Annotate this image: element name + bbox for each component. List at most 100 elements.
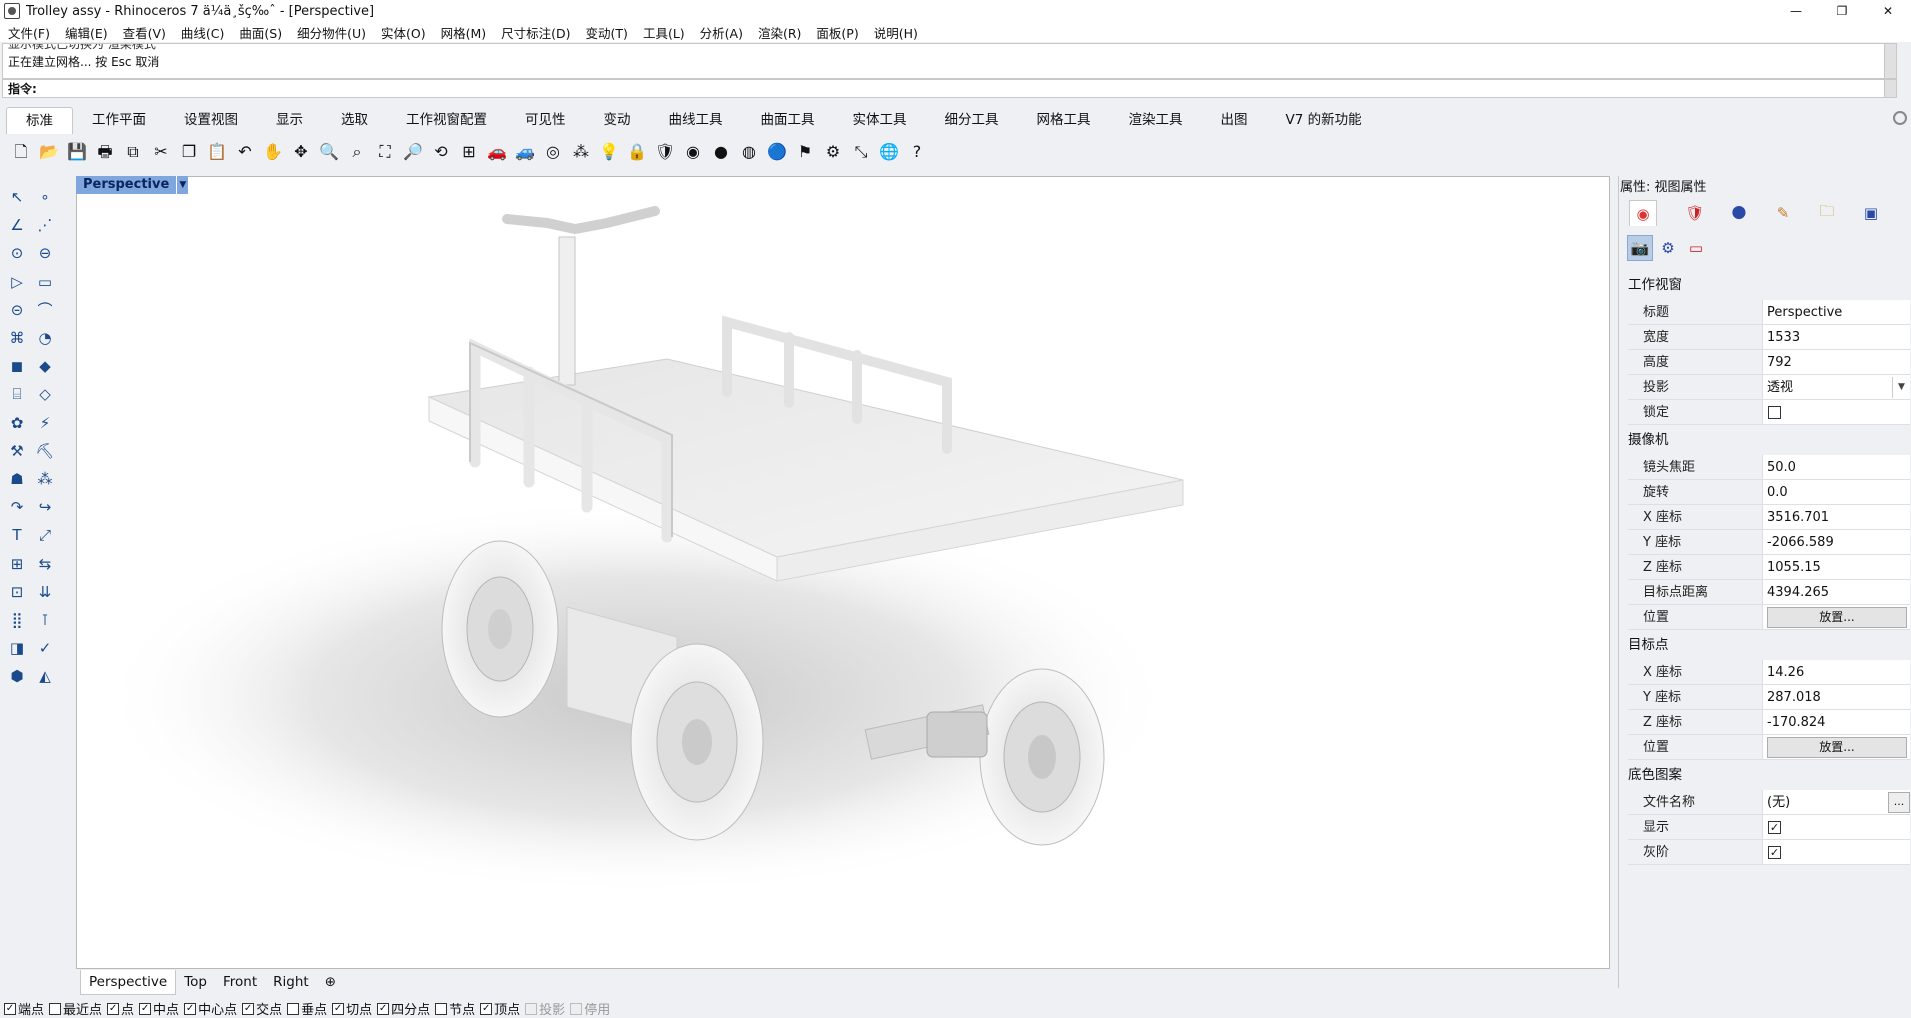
osnap-checkbox[interactable] [49, 1002, 62, 1015]
osnap-item[interactable]: ✓ 端点 [4, 999, 44, 1018]
menu-mesh[interactable]: 网格(M) [441, 23, 487, 42]
menu-curve[interactable]: 曲线(C) [181, 23, 224, 42]
menu-dimension[interactable]: 尺寸标注(D) [501, 23, 570, 42]
close-button[interactable]: ✕ [1865, 0, 1911, 22]
viewport-tab-right[interactable]: Right [265, 970, 317, 994]
left-tool-icon[interactable]: ⊺ [32, 607, 58, 633]
menu-view[interactable]: 查看(V) [123, 23, 166, 42]
osnap-item[interactable]: ✓ 中点 [139, 999, 179, 1018]
osnap-checkbox[interactable]: ✓ [242, 1002, 255, 1015]
command-line[interactable]: 指令: [2, 79, 1897, 98]
viewport-title[interactable]: Perspective ▼ [76, 176, 189, 194]
left-tool-icon[interactable]: ▷ [4, 269, 30, 295]
left-tool-icon[interactable]: ∠ [4, 212, 30, 238]
render-settings-tab[interactable]: ▣ [1849, 200, 1893, 226]
left-tool-icon[interactable]: ⌒ [32, 297, 58, 323]
osnap-item[interactable]: ✓ 切点 [332, 999, 372, 1018]
print-icon[interactable]: 🖶 [92, 139, 118, 165]
menu-surface[interactable]: 曲面(S) [239, 23, 282, 42]
left-tool-icon[interactable]: ⬢ [4, 663, 30, 689]
title-field[interactable]: Perspective [1762, 300, 1910, 324]
camera-place-button[interactable]: 放置... [1767, 606, 1907, 628]
osnap-checkbox[interactable]: ✓ [332, 1002, 345, 1015]
camera-icon[interactable]: 📷 [1627, 235, 1653, 261]
osnap-item[interactable]: ✓ 中心点 [184, 999, 237, 1018]
lock-icon[interactable]: 🔒 [624, 139, 650, 165]
four-viewports-icon[interactable]: ⊞ [456, 139, 482, 165]
viewport-tab-front[interactable]: Front [215, 970, 265, 994]
tab-solid-tools[interactable]: 实体工具 [834, 107, 926, 134]
sphere-render-icon[interactable]: ◍ [736, 139, 762, 165]
command-history[interactable]: 显示模式已切换为 渲染模式 正在建立网格... 按 Esc 取消 [2, 43, 1897, 79]
minimize-button[interactable]: — [1773, 0, 1819, 22]
libraries-tab[interactable]: 🗀 [1805, 200, 1849, 226]
osnap-item[interactable]: 最近点 [49, 999, 102, 1018]
target-distance-field[interactable]: 4394.265 [1762, 580, 1910, 604]
tab-render-tools[interactable]: 渲染工具 [1110, 107, 1202, 134]
osnap-checkbox[interactable] [435, 1002, 448, 1015]
tab-subd-tools[interactable]: 细分工具 [926, 107, 1018, 134]
filename-field[interactable]: (无)... [1762, 790, 1910, 814]
open-icon[interactable]: 📂 [36, 139, 62, 165]
left-tool-icon[interactable]: ⌸ [4, 381, 30, 407]
osnap-checkbox[interactable]: ✓ [184, 1002, 197, 1015]
target-z-field[interactable]: -170.824 [1762, 710, 1910, 734]
grayscale-checkbox[interactable]: ✓ [1768, 845, 1781, 859]
tab-drafting[interactable]: 出图 [1202, 107, 1267, 134]
sphere-blue-icon[interactable]: 🔵 [764, 139, 790, 165]
left-tool-icon[interactable]: ⣿ [4, 607, 30, 633]
left-tool-icon[interactable]: ⤢ [32, 522, 58, 548]
frame-icon[interactable]: ▭ [1683, 235, 1709, 261]
left-tool-icon[interactable]: ∘ [32, 184, 58, 210]
projection-select[interactable]: 透视 ▼ [1762, 375, 1910, 399]
texture-tab[interactable]: ✎ [1761, 200, 1805, 226]
help-icon[interactable]: ? [904, 139, 930, 165]
left-tool-icon[interactable]: ⇊ [32, 579, 58, 605]
left-tool-icon[interactable]: ◭ [32, 663, 58, 689]
viewport-tab-top[interactable]: Top [176, 970, 215, 994]
menu-file[interactable]: 文件(F) [8, 23, 50, 42]
left-tool-icon[interactable]: ⊡ [4, 579, 30, 605]
tab-display[interactable]: 显示 [257, 107, 322, 134]
width-field[interactable]: 1533 [1762, 325, 1910, 349]
car-icon[interactable]: 🚗 [484, 139, 510, 165]
left-tool-icon[interactable]: ⛏ [32, 438, 58, 464]
camera-z-field[interactable]: 1055.15 [1762, 555, 1910, 579]
osnap-checkbox[interactable] [287, 1002, 300, 1015]
viewport-name[interactable]: Perspective [76, 176, 177, 194]
osnap-item[interactable]: 投影 [525, 999, 565, 1018]
sphere-shaded-icon[interactable]: ● [708, 139, 734, 165]
menu-panels[interactable]: 面板(P) [816, 23, 858, 42]
zoom-selected-icon[interactable]: 🔎 [400, 139, 426, 165]
command-scrollbar[interactable] [1884, 80, 1896, 97]
left-tool-icon[interactable]: ⇆ [32, 551, 58, 577]
left-tool-icon[interactable]: ✓ [32, 635, 58, 661]
tab-visibility[interactable]: 可见性 [506, 107, 585, 134]
zoom-window-icon[interactable]: ⌕ [344, 139, 370, 165]
gumball-icon[interactable]: ⚙ [1655, 235, 1681, 261]
menu-edit[interactable]: 编辑(E) [65, 23, 108, 42]
osnap-checkbox[interactable]: ✓ [480, 1002, 493, 1015]
render-icon[interactable]: 🛡 [652, 139, 678, 165]
menu-render[interactable]: 渲染(R) [758, 23, 801, 42]
left-tool-icon[interactable]: ☗ [4, 466, 30, 492]
left-tool-icon[interactable]: ↪ [32, 494, 58, 520]
save-icon[interactable]: 💾 [64, 139, 90, 165]
left-tool-icon[interactable]: ◨ [4, 635, 30, 661]
viewport-dropdown-icon[interactable]: ▼ [176, 176, 189, 194]
left-tool-icon[interactable]: ◼ [4, 353, 30, 379]
chevron-down-icon[interactable]: ▼ [1892, 376, 1910, 398]
menu-tools[interactable]: 工具(L) [643, 23, 685, 42]
left-tool-icon[interactable]: ⋰ [32, 212, 58, 238]
left-tool-icon[interactable]: ⊞ [4, 551, 30, 577]
zoom-extents-icon[interactable]: ⛶ [372, 139, 398, 165]
rotate-view-icon[interactable]: ⟲ [428, 139, 454, 165]
left-tool-icon[interactable]: ⊙ [4, 240, 30, 266]
left-tool-icon[interactable]: ⊖ [32, 240, 58, 266]
menu-subd[interactable]: 细分物件(U) [297, 23, 366, 42]
osnap-item[interactable]: 垂点 [287, 999, 327, 1018]
circle-point-icon[interactable]: ◎ [540, 139, 566, 165]
left-tool-icon[interactable]: T [4, 522, 30, 548]
dimension-icon[interactable]: ⤡ [848, 139, 874, 165]
lens-length-field[interactable]: 50.0 [1762, 455, 1910, 479]
